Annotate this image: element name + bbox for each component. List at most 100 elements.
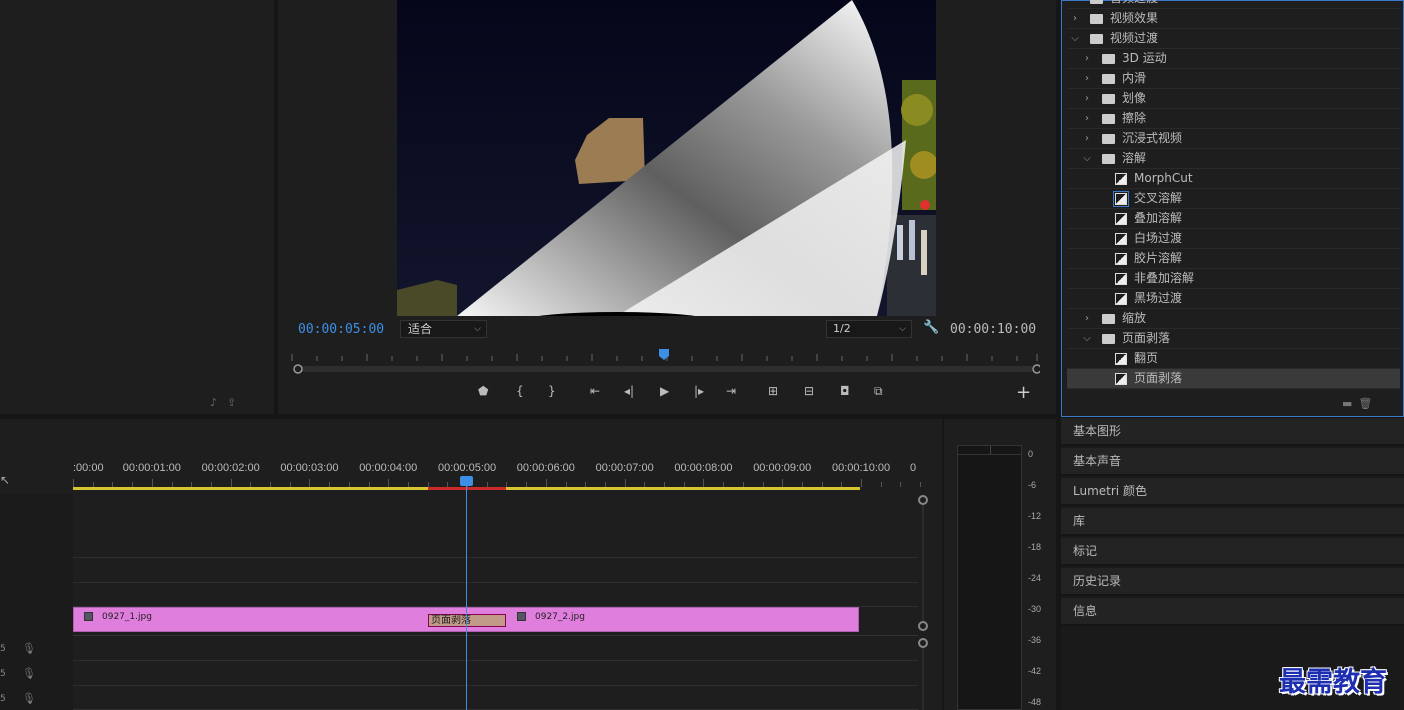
chevron-right-icon[interactable]: › <box>1082 69 1092 88</box>
image-clip-icon <box>517 612 526 621</box>
chevron-down-icon[interactable]: ⌵ <box>1082 329 1092 348</box>
clip-name-2: 0927_2.jpg <box>535 612 585 622</box>
ruler-label: 00:00:02:00 <box>201 462 260 474</box>
effects-item[interactable]: 翻页 <box>1067 349 1400 369</box>
current-timecode[interactable]: 00:00:05:00 <box>298 322 384 337</box>
effects-item[interactable]: 黑场过渡 <box>1067 289 1400 309</box>
panel-tab[interactable]: 基本声音 <box>1061 448 1404 476</box>
effects-item[interactable]: 白场过渡 <box>1067 229 1400 249</box>
timeline-panel: ↖ :00:00 00:00:01:00 00:00:02:00 00:00:03:0… <box>0 419 942 710</box>
effects-item-label: 黑场过渡 <box>1134 291 1183 305</box>
effects-item-label: 白场过渡 <box>1134 231 1183 245</box>
a-scroll-handle-top[interactable] <box>918 638 928 648</box>
effects-item[interactable]: 非叠加溶解 <box>1067 269 1400 289</box>
v-scroll-handle-bottom[interactable] <box>918 621 928 631</box>
mark-out-icon[interactable]: } <box>548 384 556 398</box>
transition-effect-icon <box>1115 233 1127 245</box>
effects-folder[interactable]: › 擦除 <box>1067 109 1400 129</box>
playhead-handle[interactable] <box>460 476 473 486</box>
button-editor-plus-icon[interactable]: + <box>1016 382 1031 403</box>
a-scrollbar-track[interactable] <box>922 648 924 710</box>
effects-folder[interactable]: ⌵ 溶解 <box>1067 149 1400 169</box>
chevron-right-icon[interactable]: › <box>1082 89 1092 108</box>
microphone-icon[interactable]: 🎙 <box>22 692 36 705</box>
effects-folder[interactable]: › 沉浸式视频 <box>1067 129 1400 149</box>
microphone-icon[interactable]: 🎙 <box>22 667 36 680</box>
track-label: 5 <box>0 694 6 704</box>
program-mini-ruler[interactable] <box>290 346 1040 374</box>
panel-tab[interactable]: 信息 <box>1061 598 1404 626</box>
zoom-fit-select[interactable]: 适合 ⌵ <box>400 320 487 338</box>
transition-effect-icon <box>1115 253 1127 265</box>
camera-icon[interactable]: ◘ <box>840 384 850 398</box>
timeline-ruler[interactable]: :00:00 00:00:01:00 00:00:02:00 00:00:03:00 0… <box>73 459 922 489</box>
transition-effect-icon <box>1115 293 1127 305</box>
chevron-down-icon: ⌵ <box>474 324 481 334</box>
ruler-label: 0 <box>910 462 917 474</box>
effects-folder[interactable]: › 划像 <box>1067 89 1400 109</box>
compare-view-icon[interactable]: ⧉ <box>874 384 883 399</box>
panel-tab[interactable]: 库 <box>1061 508 1404 536</box>
go-to-out-icon[interactable]: ⇥ <box>726 384 736 398</box>
effects-item[interactable]: 交叉溶解 <box>1067 189 1400 209</box>
go-to-in-icon[interactable]: ⇤ <box>590 384 600 398</box>
effects-item[interactable]: MorphCut <box>1067 169 1400 189</box>
video-preview-image <box>397 0 936 316</box>
effects-folder[interactable]: › 视频效果 <box>1067 9 1400 29</box>
playback-resolution-select[interactable]: 1/2 ⌵ <box>826 320 912 338</box>
step-forward-icon[interactable]: |▸ <box>694 384 704 398</box>
panel-tab[interactable]: Lumetri 颜色 <box>1061 478 1404 506</box>
effects-folder[interactable]: ⌵ 页面剥落 <box>1067 329 1400 349</box>
effects-item-label: 音频过渡 <box>1110 0 1158 8</box>
panel-tab[interactable]: 历史记录 <box>1061 568 1404 596</box>
track-headers <box>0 494 73 710</box>
panel-tab[interactable]: 基本图形 <box>1061 418 1404 446</box>
microphone-icon[interactable]: 🎙 <box>22 642 36 655</box>
panel-tab[interactable]: 标记 <box>1061 538 1404 566</box>
trash-icon[interactable]: 🗑 <box>1358 397 1378 410</box>
db-label: -48 <box>1028 697 1042 707</box>
playhead-line[interactable] <box>466 479 467 710</box>
effects-item-label: MorphCut <box>1134 171 1193 185</box>
effects-folder[interactable]: ⌵ 视频过渡 <box>1067 29 1400 49</box>
ruler-tick <box>782 479 784 487</box>
effects-folder[interactable]: › 音频过渡 <box>1067 0 1400 9</box>
effects-footer-icons: ▬🗑 <box>1342 397 1378 410</box>
chevron-down-icon[interactable]: ⌵ <box>1070 29 1080 48</box>
effects-folder[interactable]: › 缩放 <box>1067 309 1400 329</box>
timeline-settings-icon[interactable]: ↖ <box>0 473 10 487</box>
transition-effect-icon <box>1115 273 1127 285</box>
v-scrollbar-track[interactable] <box>922 505 924 621</box>
chevron-right-icon[interactable]: › <box>1082 49 1092 68</box>
step-back-icon[interactable]: ◂| <box>624 384 634 398</box>
effects-folder[interactable]: › 3D 运动 <box>1067 49 1400 69</box>
chevron-right-icon[interactable]: › <box>1070 0 1080 8</box>
db-label: -30 <box>1028 604 1042 614</box>
wrench-settings-icon[interactable]: 🔧 <box>923 320 939 335</box>
effects-item[interactable]: 页面剥落 <box>1067 369 1400 389</box>
mark-in-icon[interactable]: { <box>516 384 524 398</box>
transition-effect-icon <box>1115 373 1127 385</box>
source-export-icons[interactable]: ♪⇪ <box>210 396 246 409</box>
folder-icon <box>1102 334 1115 344</box>
audio-track-a3 <box>73 686 918 710</box>
add-marker-icon[interactable]: ⬟ <box>478 384 488 398</box>
v-scroll-handle-top[interactable] <box>918 495 928 505</box>
chevron-right-icon[interactable]: › <box>1082 129 1092 148</box>
effects-item[interactable]: 胶片溶解 <box>1067 249 1400 269</box>
chevron-down-icon[interactable]: ⌵ <box>1082 149 1092 168</box>
transition-clip[interactable]: 页面剥落 <box>428 614 506 627</box>
new-bin-folder-icon[interactable]: ▬ <box>1342 397 1358 410</box>
ruler-label: 00:00:01:00 <box>122 462 181 474</box>
play-icon[interactable]: ▶ <box>660 384 669 398</box>
effects-folder[interactable]: › 内滑 <box>1067 69 1400 89</box>
chevron-right-icon[interactable]: › <box>1082 309 1092 328</box>
folder-icon <box>1102 94 1115 104</box>
chevron-right-icon[interactable]: › <box>1082 109 1092 128</box>
extract-icon[interactable]: ⊟ <box>804 384 814 398</box>
lift-icon[interactable]: ⊞ <box>768 384 778 398</box>
ruler-tick <box>861 479 862 487</box>
effects-item[interactable]: 叠加溶解 <box>1067 209 1400 229</box>
db-label: 0 <box>1028 449 1034 459</box>
chevron-right-icon[interactable]: › <box>1070 9 1080 28</box>
